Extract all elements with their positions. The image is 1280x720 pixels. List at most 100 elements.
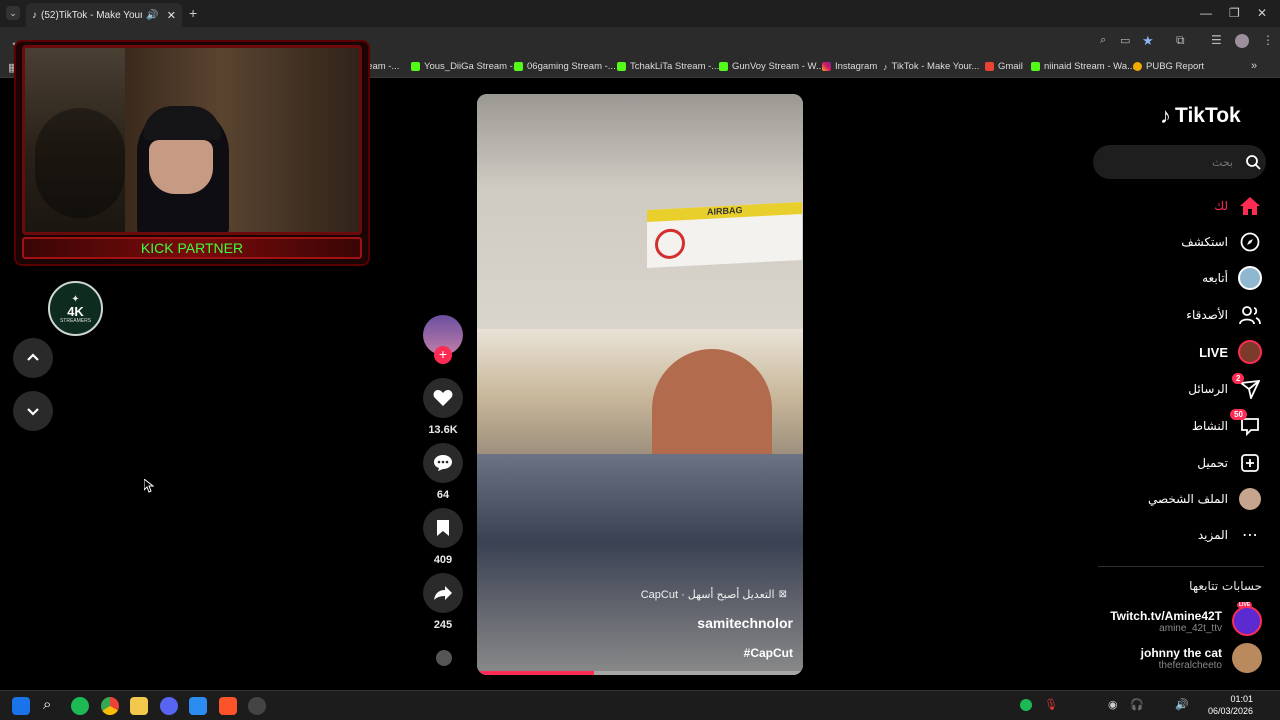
brave-icon[interactable] (219, 697, 237, 715)
bookmark-item[interactable]: Yous_DiiGa Stream -... (411, 61, 521, 72)
following-accounts-header: حسابات تتابعها (1189, 579, 1262, 593)
steam-icon[interactable]: ◉ (1108, 698, 1118, 711)
search-taskbar-icon[interactable]: ⌕ (43, 696, 51, 713)
instagram-icon (822, 62, 831, 71)
account-row[interactable]: johnny the cat theferalcheeto (1141, 643, 1262, 673)
bookmark-icon (437, 520, 449, 536)
bookmark-star-icon[interactable]: ★ (1142, 33, 1154, 49)
capcut-tag[interactable]: CapCut · التعديل أصبح أسهل ⊠ (641, 588, 787, 601)
nav-foryou[interactable]: لك (1214, 194, 1262, 218)
tab-list-icon[interactable]: ⌄ (6, 6, 20, 20)
bookmark-item[interactable]: Gmail (985, 61, 1023, 72)
bookmark-item[interactable]: Instagram (822, 61, 877, 72)
kick-partner-banner: KICK PARTNER (22, 237, 362, 259)
profile-avatar-icon (1238, 487, 1262, 511)
tiktok-logo[interactable]: ♪ TikTok (1160, 103, 1241, 129)
audio-icon[interactable]: 🔊 (146, 10, 158, 21)
share-button[interactable] (423, 573, 463, 613)
tab-tiktok[interactable]: ♪ (52)TikTok - Make Your Day 🔊 ✕ (26, 3, 182, 27)
nav-profile[interactable]: الملف الشخصي (1148, 487, 1262, 511)
like-button[interactable] (423, 378, 463, 418)
nav-live[interactable]: LIVE (1199, 340, 1262, 364)
save-button[interactable] (423, 508, 463, 548)
account-row[interactable]: Twitch.tv/Amine42T amine_42t_ttv LIVE (1110, 602, 1262, 636)
nav-activity[interactable]: 50 النشاط (1192, 409, 1262, 438)
bookmark-item[interactable]: TchakLiTa Stream -... (617, 61, 719, 72)
nav-upload-label: تحميل (1197, 456, 1228, 470)
more-bookmarks-icon[interactable]: » (1251, 60, 1257, 72)
like-count: 13.6K (428, 424, 458, 436)
previous-video-button[interactable] (13, 338, 53, 378)
follow-plus-icon[interactable]: + (434, 346, 452, 364)
new-tab-icon[interactable]: + (189, 5, 197, 21)
app-icon[interactable] (248, 697, 266, 715)
airbag-sticker: AIRBAG (647, 201, 802, 269)
profile-avatar[interactable] (1235, 34, 1249, 48)
bookmark-label: TchakLiTa Stream -... (630, 61, 720, 72)
chevron-up-icon (27, 353, 39, 361)
nav-friends[interactable]: الأصدقاء (1186, 303, 1262, 327)
send-icon: 2 (1232, 373, 1262, 401)
nav-more[interactable]: ⋯ المزيد (1198, 523, 1262, 547)
minimize-icon[interactable]: — (1200, 6, 1212, 20)
logo-text: 4K (67, 303, 84, 319)
video-author[interactable]: samitechnolor (697, 615, 793, 631)
kick-icon (1031, 62, 1040, 71)
nav-explore-label: استكشف (1181, 235, 1228, 249)
cap (143, 106, 221, 140)
reading-list-icon[interactable]: ☰ (1211, 33, 1222, 47)
bookmark-item[interactable]: GunVoy Stream - W... (719, 61, 824, 72)
home-icon (1238, 194, 1262, 218)
comment-icon (434, 455, 452, 471)
maximize-icon[interactable]: ❐ (1229, 6, 1240, 20)
save-count: 409 (433, 554, 453, 566)
comment-count: 64 (436, 489, 450, 501)
bookmark-item[interactable]: niinaid Stream - Wa... (1031, 61, 1135, 72)
file-explorer-icon[interactable] (130, 697, 148, 715)
cast-icon[interactable]: ▭ (1120, 34, 1130, 47)
bookmark-item[interactable]: ♪ TikTok - Make Your... (883, 61, 979, 72)
bookmark-label: TikTok - Make Your... (891, 61, 980, 72)
airbag-text: AIRBAG (707, 205, 743, 217)
search-box[interactable] (1093, 145, 1266, 179)
nav-friends-label: الأصدقاء (1186, 308, 1228, 322)
progress-track[interactable] (477, 671, 803, 675)
progress-fill (477, 671, 595, 675)
bookmark-label: Yous_DiiGa Stream -... (424, 61, 521, 72)
tab-title: (52)TikTok - Make Your Day (41, 9, 143, 21)
spotify-tray-icon[interactable] (1020, 699, 1032, 711)
close-window-icon[interactable]: ✕ (1257, 6, 1267, 20)
bookmark-item[interactable]: PUBG Report (1133, 61, 1204, 72)
video-hashtag[interactable]: #CapCut (744, 646, 793, 660)
discord-icon[interactable] (160, 697, 178, 715)
sound-disc-icon[interactable] (436, 650, 452, 666)
close-tab-icon[interactable]: ✕ (167, 9, 176, 22)
next-video-button[interactable] (13, 391, 53, 431)
nav-upload[interactable]: تحميل (1197, 451, 1262, 475)
clock[interactable]: 01:01 06/03/2026 (1208, 693, 1253, 717)
extensions-icon[interactable]: ⧉ (1176, 33, 1185, 48)
search-input[interactable] (1105, 152, 1233, 172)
volume-icon[interactable]: 🔊 (1175, 698, 1189, 711)
heart-icon (433, 390, 453, 406)
following-avatar (1238, 266, 1262, 290)
bookmark-item[interactable]: 06gaming Stream -... (514, 61, 616, 72)
nav-following[interactable]: أتابعه (1202, 266, 1262, 290)
nav-messages-label: الرسائل (1188, 382, 1228, 396)
nav-following-label: أتابعه (1202, 271, 1228, 285)
search-icon[interactable] (1245, 154, 1261, 170)
mic-muted-icon[interactable]: 🎙 (1044, 698, 1058, 711)
zoom-icon[interactable]: ⌕ (1100, 34, 1106, 47)
windows-start-icon[interactable] (12, 697, 30, 715)
headset-icon[interactable]: 🎧 (1130, 698, 1144, 711)
nav-messages[interactable]: 2 الرسائل (1188, 373, 1262, 401)
kick-icon (514, 62, 523, 71)
menu-icon[interactable]: ⋮ (1262, 33, 1274, 47)
photos-icon[interactable] (189, 697, 207, 715)
kick-icon (411, 62, 420, 71)
video-player[interactable]: AIRBAG CapCut · التعديل أصبح أسهل ⊠ sami… (477, 94, 803, 675)
chrome-icon[interactable] (101, 697, 119, 715)
nav-explore[interactable]: استكشف (1181, 230, 1262, 254)
spotify-icon[interactable] (71, 697, 89, 715)
comment-button[interactable] (423, 443, 463, 483)
